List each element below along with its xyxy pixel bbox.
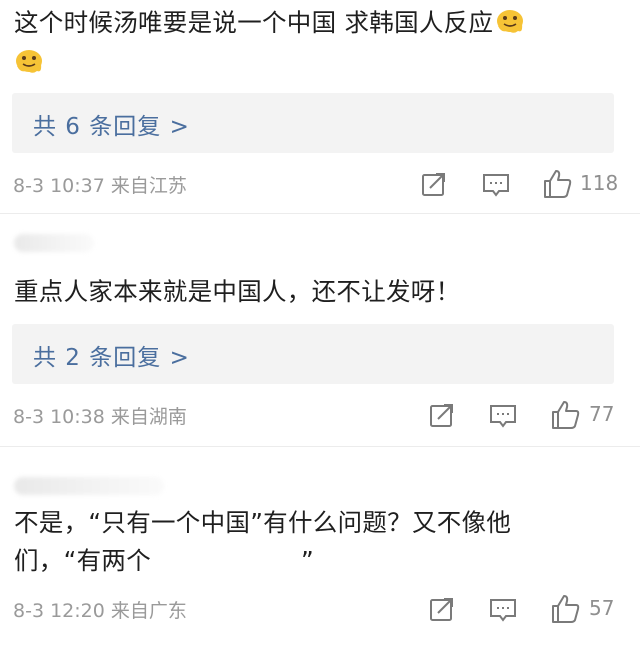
- thumbs-up-icon[interactable]: [548, 592, 582, 626]
- comment-meta-row: 8-3 12:20 来自广东 57: [0, 590, 640, 630]
- melting-face-emoji-icon: [16, 50, 42, 73]
- comment-text: 重点人家本来就是中国人，还不让发呀！: [14, 273, 620, 311]
- view-replies-link[interactable]: 共 2 条回复 >: [33, 338, 190, 372]
- obscured-text: [151, 545, 301, 575]
- comment-text-line-2: 们，“有两个: [14, 546, 151, 575]
- comment-timestamp-location: 8-3 10:37 来自江苏: [13, 175, 187, 197]
- comment-item: 不是，“只有一个中国”有什么问题？又不像他 们，“有两个 ” 8-3 12:20 …: [0, 447, 640, 646]
- comment-item: 这个时候汤唯要是说一个中国 求韩国人反应 共 6 条回复 > 8-3 10:37…: [0, 0, 640, 210]
- replies-box: 共 6 条回复 >: [12, 93, 614, 153]
- blurred-username: [14, 234, 94, 252]
- comment-text-content: 重点人家本来就是中国人，还不让发呀！: [14, 277, 461, 306]
- view-replies-link[interactable]: 共 6 条回复 >: [33, 107, 190, 141]
- comment-text-line-2-end: ”: [301, 546, 314, 575]
- melting-face-emoji-icon: [497, 10, 524, 33]
- comment-icon[interactable]: [486, 398, 520, 432]
- comment-item: 重点人家本来就是中国人，还不让发呀！ 共 2 条回复 > 8-3 10:38 来…: [0, 214, 640, 446]
- comment-timestamp-location: 8-3 10:38 来自湖南: [13, 406, 187, 428]
- comment-text: 不是，“只有一个中国”有什么问题？又不像他 们，“有两个 ”: [14, 504, 620, 580]
- like-count: 57: [589, 596, 615, 620]
- comment-timestamp-location: 8-3 12:20 来自广东: [13, 600, 187, 622]
- repost-icon[interactable]: [425, 592, 459, 626]
- repost-icon[interactable]: [425, 398, 459, 432]
- thumbs-up-icon[interactable]: [540, 167, 574, 201]
- comment-icon[interactable]: [479, 167, 513, 201]
- like-count: 118: [580, 171, 619, 195]
- comment-icon[interactable]: [486, 592, 520, 626]
- blurred-username: [14, 477, 164, 495]
- like-count: 77: [589, 402, 615, 426]
- thumbs-up-icon[interactable]: [548, 398, 582, 432]
- repost-icon[interactable]: [417, 167, 451, 201]
- comment-text-content: 这个时候汤唯要是说一个中国 求韩国人反应: [14, 8, 494, 37]
- replies-box: 共 2 条回复 >: [12, 324, 614, 384]
- comment-text: 这个时候汤唯要是说一个中国 求韩国人反应: [14, 3, 620, 83]
- comment-meta-row: 8-3 10:37 来自江苏 118: [0, 165, 640, 205]
- comment-text-line-1: 不是，“只有一个中国”有什么问题？又不像他: [14, 508, 512, 537]
- comment-meta-row: 8-3 10:38 来自湖南 77: [0, 396, 640, 436]
